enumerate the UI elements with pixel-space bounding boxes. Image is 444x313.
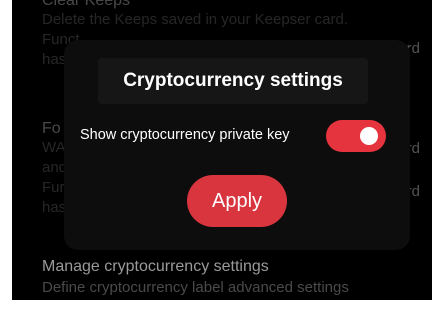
clear-keeps-title: Clear Keeps [42,0,131,9]
clear-keeps-desc-1: Delete the Keeps saved in your Keepser c… [42,11,349,28]
show-private-key-row: Show cryptocurrency private key [80,118,394,152]
show-private-key-label: Show cryptocurrency private key [80,127,290,143]
crypto-settings-dialog: Cryptocurrency settings Show cryptocurre… [64,40,410,250]
show-private-key-toggle[interactable] [326,120,386,152]
toggle-knob [360,127,378,145]
manage-crypto-settings-desc: Define cryptocurrency label advanced set… [42,279,349,296]
manage-crypto-settings-item[interactable]: Manage cryptocurrency settings Define cr… [42,256,432,298]
manage-crypto-settings-title: Manage cryptocurrency settings [42,258,269,275]
apply-button[interactable]: Apply [187,175,287,227]
dialog-title: Cryptocurrency settings [123,70,343,91]
dialog-header: Cryptocurrency settings [98,58,368,104]
settings-screen: Clear Keeps Delete the Keeps saved in yo… [12,0,432,300]
